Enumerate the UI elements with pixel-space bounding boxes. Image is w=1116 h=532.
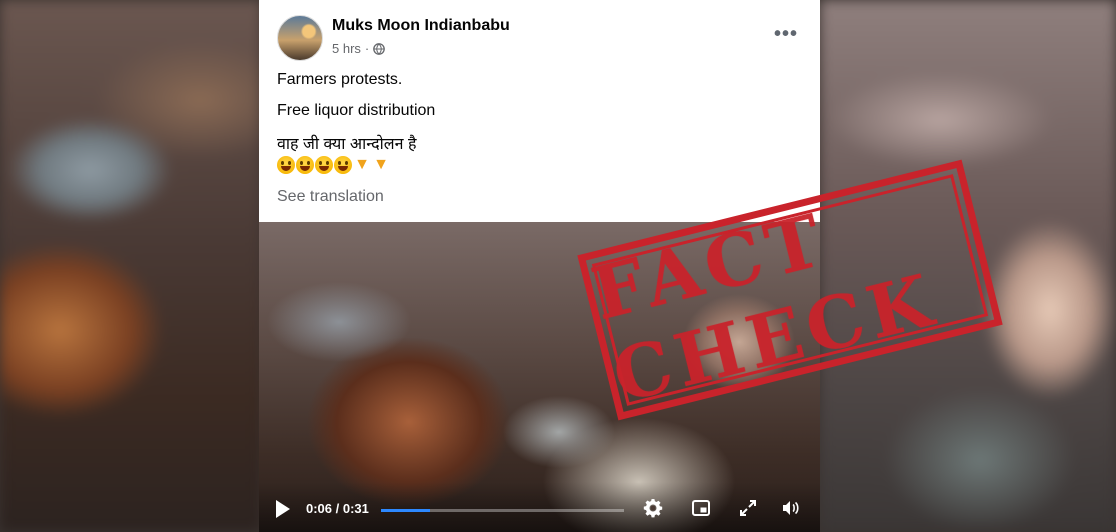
grinning-face-icon [296, 156, 314, 174]
author-avatar[interactable] [277, 15, 323, 61]
volume-icon[interactable] [780, 498, 800, 518]
post-time[interactable]: 5 hrs [332, 41, 361, 56]
settings-gear-icon[interactable] [643, 498, 663, 518]
grinning-face-icon [334, 156, 352, 174]
blurred-background-left [0, 0, 262, 532]
pointing-down-icon: ▼ [354, 156, 370, 173]
post-meta: 5 hrs · [332, 41, 386, 56]
author-name[interactable]: Muks Moon Indianbabu [332, 17, 510, 35]
pointing-down-icon: ▼ [373, 156, 389, 173]
globe-icon [373, 42, 386, 55]
post-text-line-3: वाह जी क्या आन्दोलन है [277, 136, 417, 153]
grinning-face-icon [315, 156, 333, 174]
fullscreen-expand-icon[interactable] [738, 498, 758, 518]
grinning-face-icon [277, 156, 295, 174]
video-controls: 0:06 / 0:31 [259, 482, 820, 532]
post-text-line-1: Farmers protests. [277, 71, 403, 88]
play-icon[interactable] [276, 500, 290, 518]
see-translation-link[interactable]: See translation [277, 188, 384, 206]
video-progress-bar[interactable] [381, 509, 624, 512]
emoji-row: ▼ ▼ [277, 156, 390, 174]
video-time: 0:06 / 0:31 [306, 501, 369, 516]
post-text-line-2: Free liquor distribution [277, 102, 436, 119]
more-options-icon[interactable]: ••• [774, 24, 798, 44]
meta-separator: · [364, 41, 370, 56]
picture-in-picture-icon[interactable] [691, 498, 711, 518]
facebook-post: Muks Moon Indianbabu 5 hrs · ••• Farmers… [259, 0, 820, 222]
video-progress-fill [381, 509, 430, 512]
